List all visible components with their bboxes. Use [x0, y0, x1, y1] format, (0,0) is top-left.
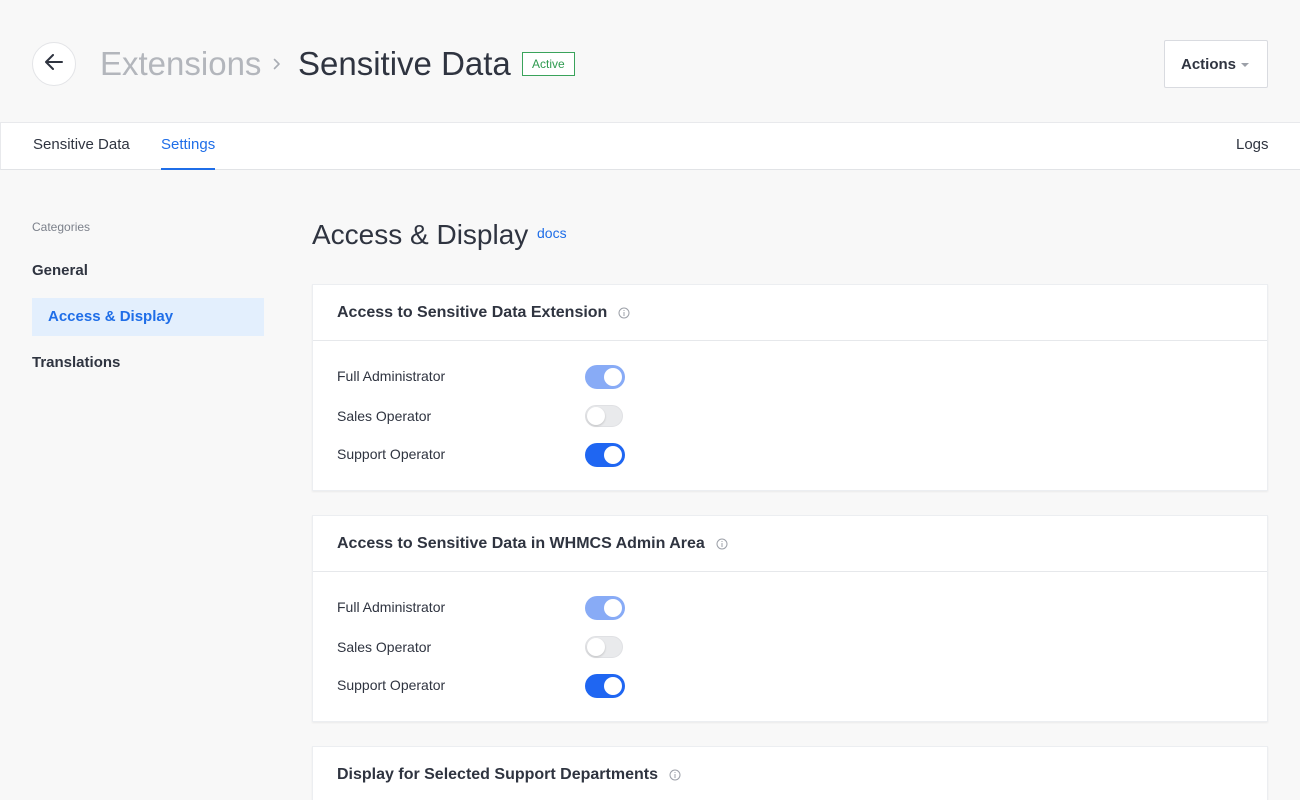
tab-logs[interactable]: Logs — [1236, 123, 1269, 170]
card-header: Access to Sensitive Data Extension — [313, 285, 1267, 341]
section-title: Access & Display — [312, 219, 529, 250]
card-header: Display for Selected Support Departments — [313, 747, 1267, 800]
card-title: Access to Sensitive Data in WHMCS Admin … — [337, 534, 705, 552]
info-icon[interactable] — [618, 307, 630, 319]
page-title: Sensitive Data — [298, 45, 511, 82]
toggle-full-administrator[interactable] — [585, 365, 625, 389]
tab-bar: Sensitive Data Settings Logs — [0, 122, 1300, 170]
breadcrumb-parent[interactable]: Extensions — [100, 44, 261, 84]
card-title: Access to Sensitive Data Extension — [337, 303, 608, 321]
actions-dropdown-button[interactable]: Actions — [1164, 40, 1268, 88]
sidebar-title: Categories — [32, 220, 91, 234]
card-support-departments: Display for Selected Support Departments — [312, 746, 1268, 800]
toggle-support-operator[interactable] — [585, 674, 625, 698]
toggle-sales-operator[interactable] — [585, 636, 623, 658]
info-icon[interactable] — [669, 769, 681, 781]
card-admin-area-access: Access to Sensitive Data in WHMCS Admin … — [312, 515, 1268, 722]
row-label-support-operator: Support Operator — [337, 677, 446, 693]
caret-down-icon — [1241, 63, 1249, 67]
sidebar-item-translations[interactable]: Translations — [32, 344, 264, 382]
card-extension-access: Access to Sensitive Data Extension Full … — [312, 284, 1268, 491]
docs-link[interactable]: docs — [537, 225, 567, 241]
row-label-support-operator: Support Operator — [337, 446, 446, 462]
row-label-full-administrator: Full Administrator — [337, 368, 446, 384]
arrow-left-icon — [45, 53, 63, 75]
row-label-sales-operator: Sales Operator — [337, 408, 432, 424]
actions-label: Actions — [1181, 55, 1237, 73]
card-title: Display for Selected Support Departments — [337, 766, 658, 783]
tab-sensitive-data[interactable]: Sensitive Data — [33, 123, 130, 170]
toggle-sales-operator[interactable] — [585, 405, 623, 427]
status-badge: Active — [522, 52, 575, 76]
card-header: Access to Sensitive Data in WHMCS Admin … — [313, 516, 1267, 572]
sidebar-item-access-display[interactable]: Access & Display — [32, 298, 264, 336]
page-header: Extensions Sensitive Data Active Actions — [0, 0, 1300, 122]
tab-settings[interactable]: Settings — [161, 123, 216, 170]
back-button[interactable] — [32, 42, 76, 86]
info-icon[interactable] — [716, 538, 728, 550]
row-label-full-administrator: Full Administrator — [337, 599, 446, 615]
toggle-support-operator[interactable] — [585, 443, 625, 467]
toggle-full-administrator[interactable] — [585, 596, 625, 620]
chevron-right-icon — [267, 52, 287, 76]
sidebar-item-general[interactable]: General — [32, 252, 264, 290]
row-label-sales-operator: Sales Operator — [337, 639, 432, 655]
